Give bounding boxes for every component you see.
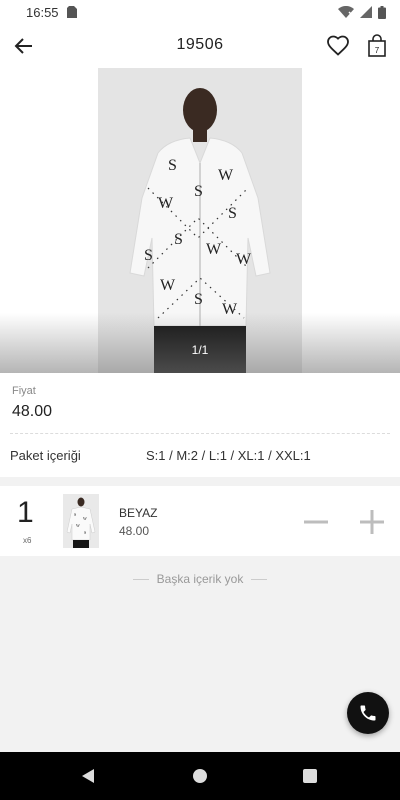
svg-text:S: S [228, 205, 237, 222]
svg-text:S: S [194, 183, 203, 200]
nav-back-icon[interactable] [80, 768, 96, 784]
nav-recents-icon[interactable] [303, 769, 317, 783]
hoodie-thumbnail-image: SWWS [63, 494, 99, 548]
decrease-quantity-button[interactable] [302, 508, 330, 536]
sim-card-icon [66, 6, 77, 18]
call-button[interactable] [347, 692, 389, 734]
svg-text:7: 7 [375, 46, 380, 55]
divider [10, 433, 390, 434]
product-info-card: Fiyat 48.00 Paket içeriği S:1 / M:2 / L:… [0, 373, 400, 477]
app-bar: 19506 7 [0, 24, 400, 69]
divider-line-right [251, 579, 268, 581]
favorite-heart-icon[interactable] [326, 34, 350, 58]
quantity-value: 1 [17, 496, 34, 529]
product-image-area[interactable]: SW WS SS WW WS WS 1/1 [0, 68, 400, 373]
svg-text:S: S [144, 247, 153, 264]
shopping-bag-icon[interactable]: 7 [366, 34, 388, 58]
svg-text:S: S [84, 530, 86, 535]
signal-icon [360, 6, 372, 18]
svg-text:W: W [76, 523, 80, 528]
svg-text:S: S [168, 157, 177, 174]
no-more-content: Başka içerik yok [0, 572, 400, 586]
variant-row: 1 x6 SWWS BEYAZ 48.00 [0, 486, 400, 556]
svg-text:W: W [236, 251, 252, 268]
variant-thumbnail: SWWS [63, 494, 99, 548]
svg-text:S: S [174, 231, 183, 248]
pack-size: x6 [23, 536, 32, 545]
wifi-icon [338, 6, 354, 18]
status-bar: 16:55 [0, 0, 400, 24]
svg-text:S: S [194, 291, 203, 308]
svg-text:W: W [218, 167, 234, 184]
price-label: Fiyat [12, 385, 36, 397]
svg-text:W: W [158, 195, 174, 212]
system-nav-bar [0, 752, 400, 800]
divider-line-left [132, 579, 149, 581]
no-more-content-text: Başka içerik yok [156, 572, 244, 586]
svg-text:S: S [74, 512, 76, 517]
svg-text:W: W [160, 277, 176, 294]
variant-color: BEYAZ [119, 506, 158, 520]
increase-quantity-button[interactable] [358, 508, 386, 536]
nav-home-icon[interactable] [193, 769, 207, 783]
price-value: 48.00 [12, 403, 53, 420]
phone-icon [360, 705, 376, 721]
package-content-label: Paket içeriği [10, 448, 81, 463]
package-content-value: S:1 / M:2 / L:1 / XL:1 / XXL:1 [146, 448, 311, 463]
svg-text:W: W [83, 516, 87, 521]
battery-icon [378, 5, 386, 19]
svg-text:W: W [206, 241, 222, 258]
status-time: 16:55 [26, 4, 59, 20]
variant-price: 48.00 [119, 524, 150, 538]
image-counter: 1/1 [191, 343, 209, 357]
